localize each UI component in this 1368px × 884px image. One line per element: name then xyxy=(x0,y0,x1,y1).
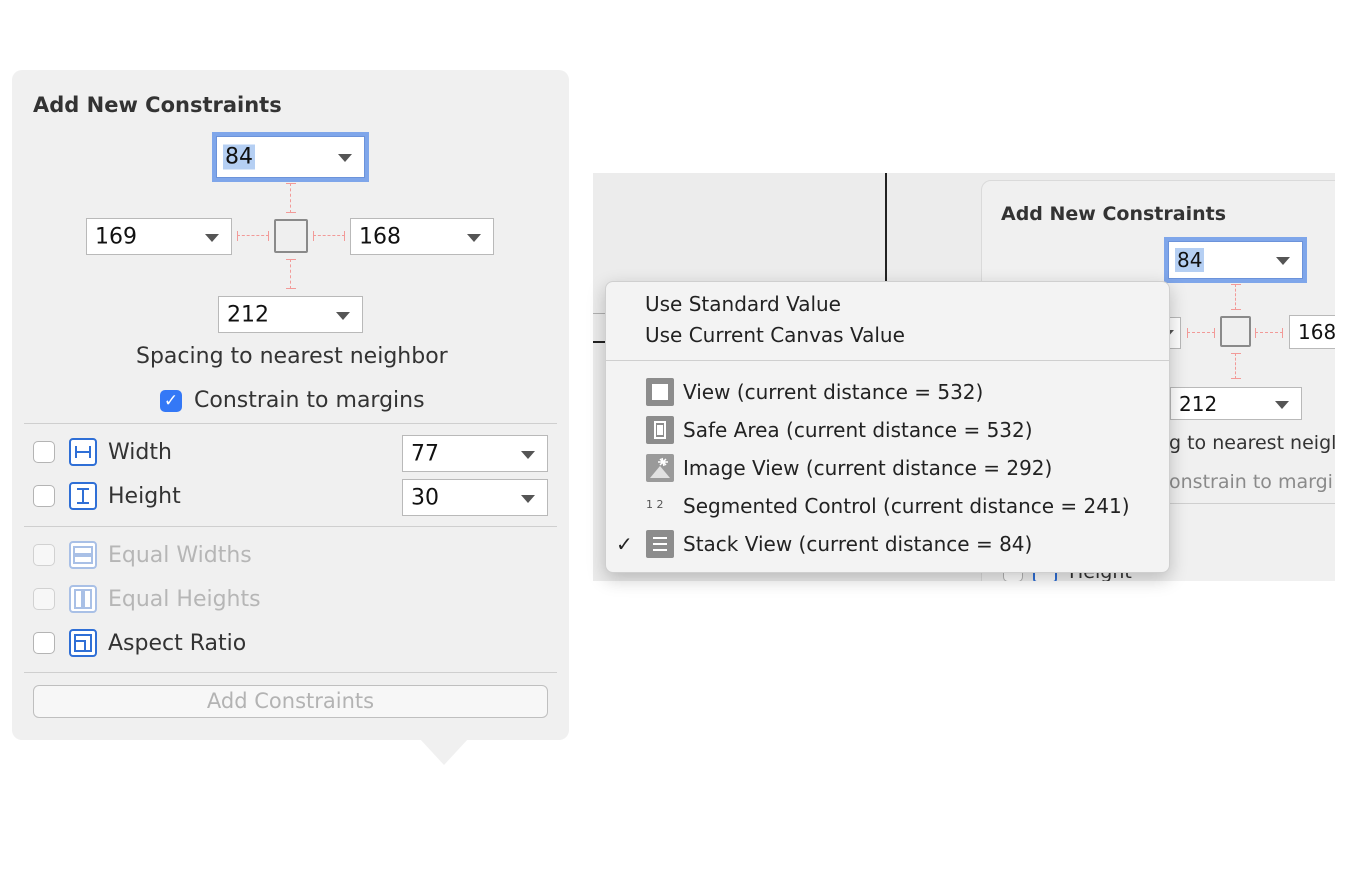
checkmark-icon: ✓ xyxy=(616,532,633,556)
right-spacing-field[interactable]: 168 xyxy=(350,218,494,255)
menu-item-segmented-control[interactable]: Segmented Control (current distance = 24… xyxy=(683,494,1130,518)
spacing-context-menu: Use Standard Value Use Current Canvas Va… xyxy=(605,281,1170,573)
background-bottom-strut xyxy=(1231,353,1241,379)
height-label[interactable]: Height xyxy=(108,484,181,509)
background-bottom-field[interactable]: 212 xyxy=(1170,387,1302,420)
top-spacing-field[interactable]: 84 xyxy=(216,136,365,178)
image-view-icon xyxy=(646,454,674,482)
safe-area-icon xyxy=(646,416,674,444)
chevron-down-icon[interactable] xyxy=(467,233,481,242)
aspect-ratio-label[interactable]: Aspect Ratio xyxy=(108,631,246,656)
popover-title: Add New Constraints xyxy=(33,93,282,117)
height-value[interactable]: 30 xyxy=(411,485,439,510)
constrain-to-margins-label[interactable]: Constrain to margins xyxy=(194,388,425,413)
segmented-control-icon: 1 2 xyxy=(646,498,664,511)
canvas-tick xyxy=(593,341,605,343)
equal-widths-checkbox[interactable] xyxy=(33,544,55,566)
equal-heights-checkbox[interactable] xyxy=(33,588,55,610)
right-constraint-strut[interactable] xyxy=(313,231,345,241)
chevron-down-icon[interactable] xyxy=(1275,400,1289,409)
chevron-down-icon[interactable] xyxy=(521,494,535,503)
height-icon xyxy=(69,482,97,510)
equal-widths-label: Equal Widths xyxy=(108,543,252,568)
left-spacing-value[interactable]: 169 xyxy=(95,224,137,249)
canvas-edge xyxy=(593,313,605,314)
chevron-down-icon[interactable] xyxy=(336,311,350,320)
chevron-down-icon[interactable] xyxy=(521,450,535,459)
background-right-value[interactable]: 168 xyxy=(1298,320,1335,344)
bottom-spacing-field[interactable]: 212 xyxy=(218,296,363,333)
background-top-value[interactable]: 84 xyxy=(1175,248,1205,272)
divider xyxy=(1153,503,1335,504)
menu-item-image-view[interactable]: Image View (current distance = 292) xyxy=(683,456,1052,480)
canvas-line xyxy=(885,173,887,283)
popover-arrow xyxy=(420,739,468,765)
background-view-box xyxy=(1220,316,1251,347)
divider xyxy=(24,526,557,527)
bottom-constraint-strut[interactable] xyxy=(286,259,296,289)
width-checkbox[interactable] xyxy=(33,441,55,463)
width-icon xyxy=(69,438,97,466)
top-spacing-value[interactable]: 84 xyxy=(223,144,255,170)
chevron-down-icon[interactable] xyxy=(1276,257,1290,265)
menu-use-canvas-value[interactable]: Use Current Canvas Value xyxy=(645,323,905,347)
menu-item-view[interactable]: View (current distance = 532) xyxy=(683,380,983,404)
bottom-spacing-value[interactable]: 212 xyxy=(227,302,269,327)
view-icon xyxy=(646,378,674,406)
menu-item-safe-area[interactable]: Safe Area (current distance = 532) xyxy=(683,418,1033,442)
left-constraint-strut[interactable] xyxy=(237,231,269,241)
divider xyxy=(24,423,557,424)
view-placeholder-box xyxy=(274,219,308,253)
divider xyxy=(24,672,557,673)
menu-divider xyxy=(606,360,1169,361)
right-spacing-value[interactable]: 168 xyxy=(359,224,401,249)
width-label[interactable]: Width xyxy=(108,440,172,465)
aspect-ratio-checkbox[interactable] xyxy=(33,632,55,654)
top-constraint-strut[interactable] xyxy=(286,183,296,213)
background-spacing-caption: g to nearest neigl xyxy=(1169,432,1335,454)
background-left-strut xyxy=(1187,328,1215,338)
equal-widths-icon xyxy=(69,541,97,569)
equal-heights-label: Equal Heights xyxy=(108,587,261,612)
aspect-ratio-icon xyxy=(69,629,97,657)
background-bottom-value[interactable]: 212 xyxy=(1179,392,1217,416)
left-spacing-field[interactable]: 169 xyxy=(86,218,232,255)
background-popover-title: Add New Constraints xyxy=(1001,203,1227,225)
menu-item-stack-view[interactable]: Stack View (current distance = 84) xyxy=(683,532,1032,556)
background-top-field[interactable]: 84 xyxy=(1168,241,1303,279)
menu-use-standard-value[interactable]: Use Standard Value xyxy=(645,292,841,316)
spacing-caption: Spacing to nearest neighbor xyxy=(136,344,448,369)
height-checkbox[interactable] xyxy=(33,485,55,507)
background-right-field[interactable]: 168 xyxy=(1289,315,1335,349)
height-value-field[interactable]: 30 xyxy=(402,479,548,516)
chevron-down-icon[interactable] xyxy=(205,233,219,242)
add-constraints-button[interactable]: Add Constraints xyxy=(33,685,548,718)
chevron-down-icon[interactable] xyxy=(338,154,352,162)
constrain-to-margins-checkbox[interactable]: ✓ xyxy=(160,390,182,412)
background-right-strut xyxy=(1255,328,1283,338)
width-value-field[interactable]: 77 xyxy=(402,435,548,472)
background-top-strut xyxy=(1231,284,1241,310)
width-value[interactable]: 77 xyxy=(411,441,439,466)
stack-view-icon xyxy=(646,530,674,558)
background-constrain-label: onstrain to margi xyxy=(1169,471,1333,493)
equal-heights-icon xyxy=(69,585,97,613)
